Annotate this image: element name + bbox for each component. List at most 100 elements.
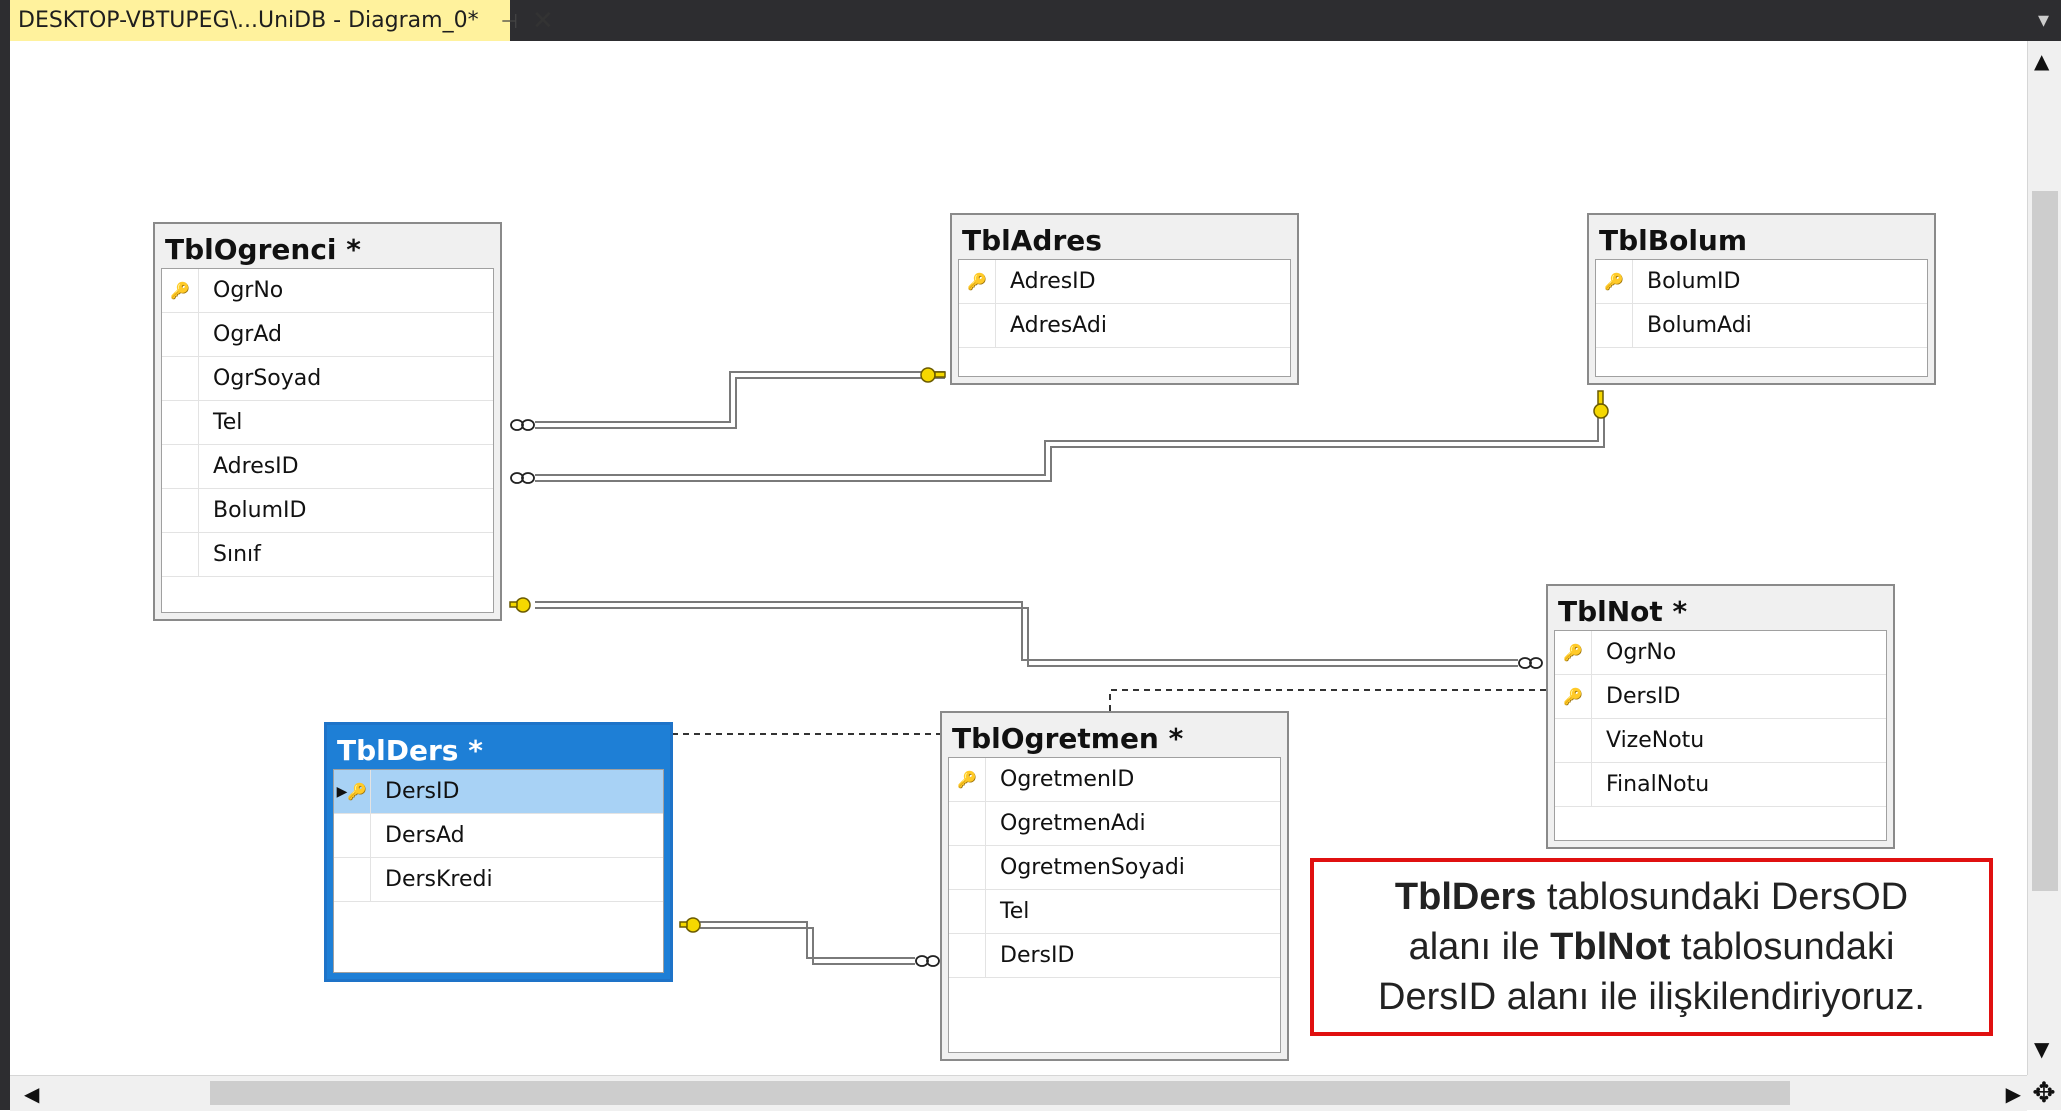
row-selector[interactable]: 🔑 <box>162 269 199 312</box>
scroll-right-icon[interactable]: ▶ <box>2006 1082 2021 1106</box>
row-selector[interactable] <box>162 401 199 444</box>
column-row[interactable]: 🔑 OgrNo <box>162 269 493 313</box>
row-selector[interactable] <box>162 445 199 488</box>
column-row[interactable]: OgretmenAdi <box>949 802 1280 846</box>
column-name: DersID <box>385 779 460 804</box>
column-name: AdresID <box>1010 269 1096 294</box>
column-row[interactable]: OgrSoyad <box>162 357 493 401</box>
row-selector[interactable] <box>162 357 199 400</box>
table-tblogrenci[interactable]: TblOgrenci * 🔑 OgrNo OgrAd OgrSoyad Tel Adres… <box>153 222 502 621</box>
navigator-move-icon[interactable]: ✥ <box>2027 1075 2061 1110</box>
primary-key-icon: 🔑 <box>347 782 368 801</box>
row-selector[interactable] <box>949 846 986 889</box>
callout-text-1: tablosundaki DersOD <box>1536 876 1909 918</box>
table-title: TblNot * <box>1558 595 1688 628</box>
key-endpoint-adres <box>920 367 946 383</box>
row-selector[interactable]: ▶ 🔑 <box>334 770 371 813</box>
column-row[interactable]: Sınıf <box>162 533 493 577</box>
column-row[interactable]: BolumID <box>162 489 493 533</box>
primary-key-icon: 🔑 <box>967 272 987 291</box>
many-endpoint-ogrenci-2 <box>510 472 535 484</box>
row-selector[interactable] <box>1596 304 1633 347</box>
vertical-scroll-thumb[interactable] <box>2032 191 2058 891</box>
column-row[interactable]: AdresAdi <box>959 304 1290 348</box>
row-selector[interactable]: 🔑 <box>959 260 996 303</box>
column-name: BolumID <box>213 498 307 523</box>
column-row[interactable]: DersID <box>949 934 1280 978</box>
horizontal-scrollbar[interactable]: ◀ ▶ <box>10 1075 2027 1111</box>
column-row[interactable]: OgrAd <box>162 313 493 357</box>
left-frame <box>0 41 10 1110</box>
column-row[interactable]: ▶ 🔑 DersID <box>334 770 663 814</box>
row-selector[interactable]: 🔑 <box>1596 260 1633 303</box>
column-grid: 🔑 BolumID BolumAdi <box>1595 259 1928 377</box>
relation-ogrenci-bolum <box>535 406 1605 482</box>
table-tblogretmen[interactable]: TblOgretmen * 🔑 OgretmenID OgretmenAdi Ogre… <box>940 711 1289 1061</box>
table-tblders[interactable]: TblDers * ▶ 🔑 DersID DersAd DersKredi <box>324 722 673 982</box>
document-tab[interactable]: DESKTOP-VBTUPEG\...UniDB - Diagram_0* ⊣ … <box>10 0 554 41</box>
pin-icon[interactable]: ⊣ <box>501 9 518 33</box>
chevron-down-icon[interactable]: ▾ <box>2038 8 2049 33</box>
row-selector[interactable] <box>959 304 996 347</box>
table-title: TblBolum <box>1599 224 1748 257</box>
column-row[interactable]: Tel <box>162 401 493 445</box>
column-row[interactable]: VizeNotu <box>1555 719 1886 763</box>
callout-text-3: DersID alanı ile ilişkilendiriyoruz. <box>1378 976 1925 1018</box>
column-row[interactable]: AdresID <box>162 445 493 489</box>
row-selector[interactable]: 🔑 <box>1555 675 1592 718</box>
many-endpoint-ogretmen <box>915 955 940 967</box>
row-selector[interactable]: 🔑 <box>949 758 986 801</box>
column-grid: 🔑 OgrNo OgrAd OgrSoyad Tel AdresID BolumID Sını… <box>161 268 494 613</box>
column-name: Sınıf <box>213 542 261 567</box>
scroll-left-icon[interactable]: ◀ <box>24 1082 39 1106</box>
column-row[interactable]: DersKredi <box>334 858 663 902</box>
callout-bold-1: TblDers <box>1394 876 1537 918</box>
column-name: Tel <box>1000 899 1030 924</box>
row-selector[interactable] <box>334 858 371 901</box>
column-row[interactable]: OgretmenSoyadi <box>949 846 1280 890</box>
relation-ogrenci-adres <box>535 371 945 429</box>
row-selector[interactable] <box>334 814 371 857</box>
column-row[interactable]: 🔑 BolumID <box>1596 260 1927 304</box>
column-row[interactable]: DersAd <box>334 814 663 858</box>
row-selector[interactable] <box>949 934 986 977</box>
row-selector[interactable] <box>949 802 986 845</box>
column-name: OgretmenID <box>1000 767 1135 792</box>
row-selector[interactable] <box>1555 763 1592 806</box>
column-name: OgretmenSoyadi <box>1000 855 1185 880</box>
column-name: OgrNo <box>213 278 284 303</box>
close-icon[interactable]: ✕ <box>532 6 554 36</box>
column-grid: 🔑 OgretmenID OgretmenAdi OgretmenSoyadi Tel D… <box>948 757 1281 1053</box>
column-row[interactable]: FinalNotu <box>1555 763 1886 807</box>
horizontal-scroll-thumb[interactable] <box>210 1081 1790 1105</box>
scroll-up-icon[interactable]: ▲ <box>2034 49 2049 73</box>
document-tab-title: DESKTOP-VBTUPEG\...UniDB - Diagram_0* <box>18 8 479 33</box>
column-row[interactable]: BolumAdi <box>1596 304 1927 348</box>
column-name: BolumAdi <box>1647 313 1752 338</box>
row-selector[interactable]: 🔑 <box>1555 631 1592 674</box>
row-selector[interactable] <box>949 890 986 933</box>
dashed-ogretmen-not <box>1109 689 1548 711</box>
table-tbladres[interactable]: TblAdres 🔑 AdresID AdresAdi <box>950 213 1299 385</box>
column-name: VizeNotu <box>1606 728 1705 753</box>
table-title: TblDers * <box>337 734 483 767</box>
callout-text-2b: tablosundaki <box>1670 926 1895 968</box>
many-endpoint-ogrenci-1 <box>510 419 535 431</box>
row-selector[interactable] <box>162 489 199 532</box>
row-selector[interactable] <box>162 313 199 356</box>
document-tab-strip: DESKTOP-VBTUPEG\...UniDB - Diagram_0* ⊣ … <box>0 0 2061 41</box>
column-row[interactable]: 🔑 DersID <box>1555 675 1886 719</box>
row-selector[interactable] <box>162 533 199 576</box>
relation-ders-ogretmen <box>700 921 915 965</box>
column-row[interactable]: 🔑 AdresID <box>959 260 1290 304</box>
table-tblbolum[interactable]: TblBolum 🔑 BolumID BolumAdi <box>1587 213 1936 385</box>
vertical-scrollbar[interactable]: ▲ ▼ <box>2027 41 2061 1075</box>
row-selector[interactable] <box>1555 719 1592 762</box>
table-tblnot[interactable]: TblNot * 🔑 OgrNo 🔑 DersID VizeNotu FinalNotu <box>1546 584 1895 849</box>
column-name: DersAd <box>385 823 465 848</box>
column-row[interactable]: 🔑 OgretmenID <box>949 758 1280 802</box>
annotation-callout: TblDers tablosundaki DersOD alanı ile Tb… <box>1310 858 1993 1036</box>
scroll-down-icon[interactable]: ▼ <box>2034 1037 2049 1061</box>
column-row[interactable]: Tel <box>949 890 1280 934</box>
column-row[interactable]: 🔑 OgrNo <box>1555 631 1886 675</box>
